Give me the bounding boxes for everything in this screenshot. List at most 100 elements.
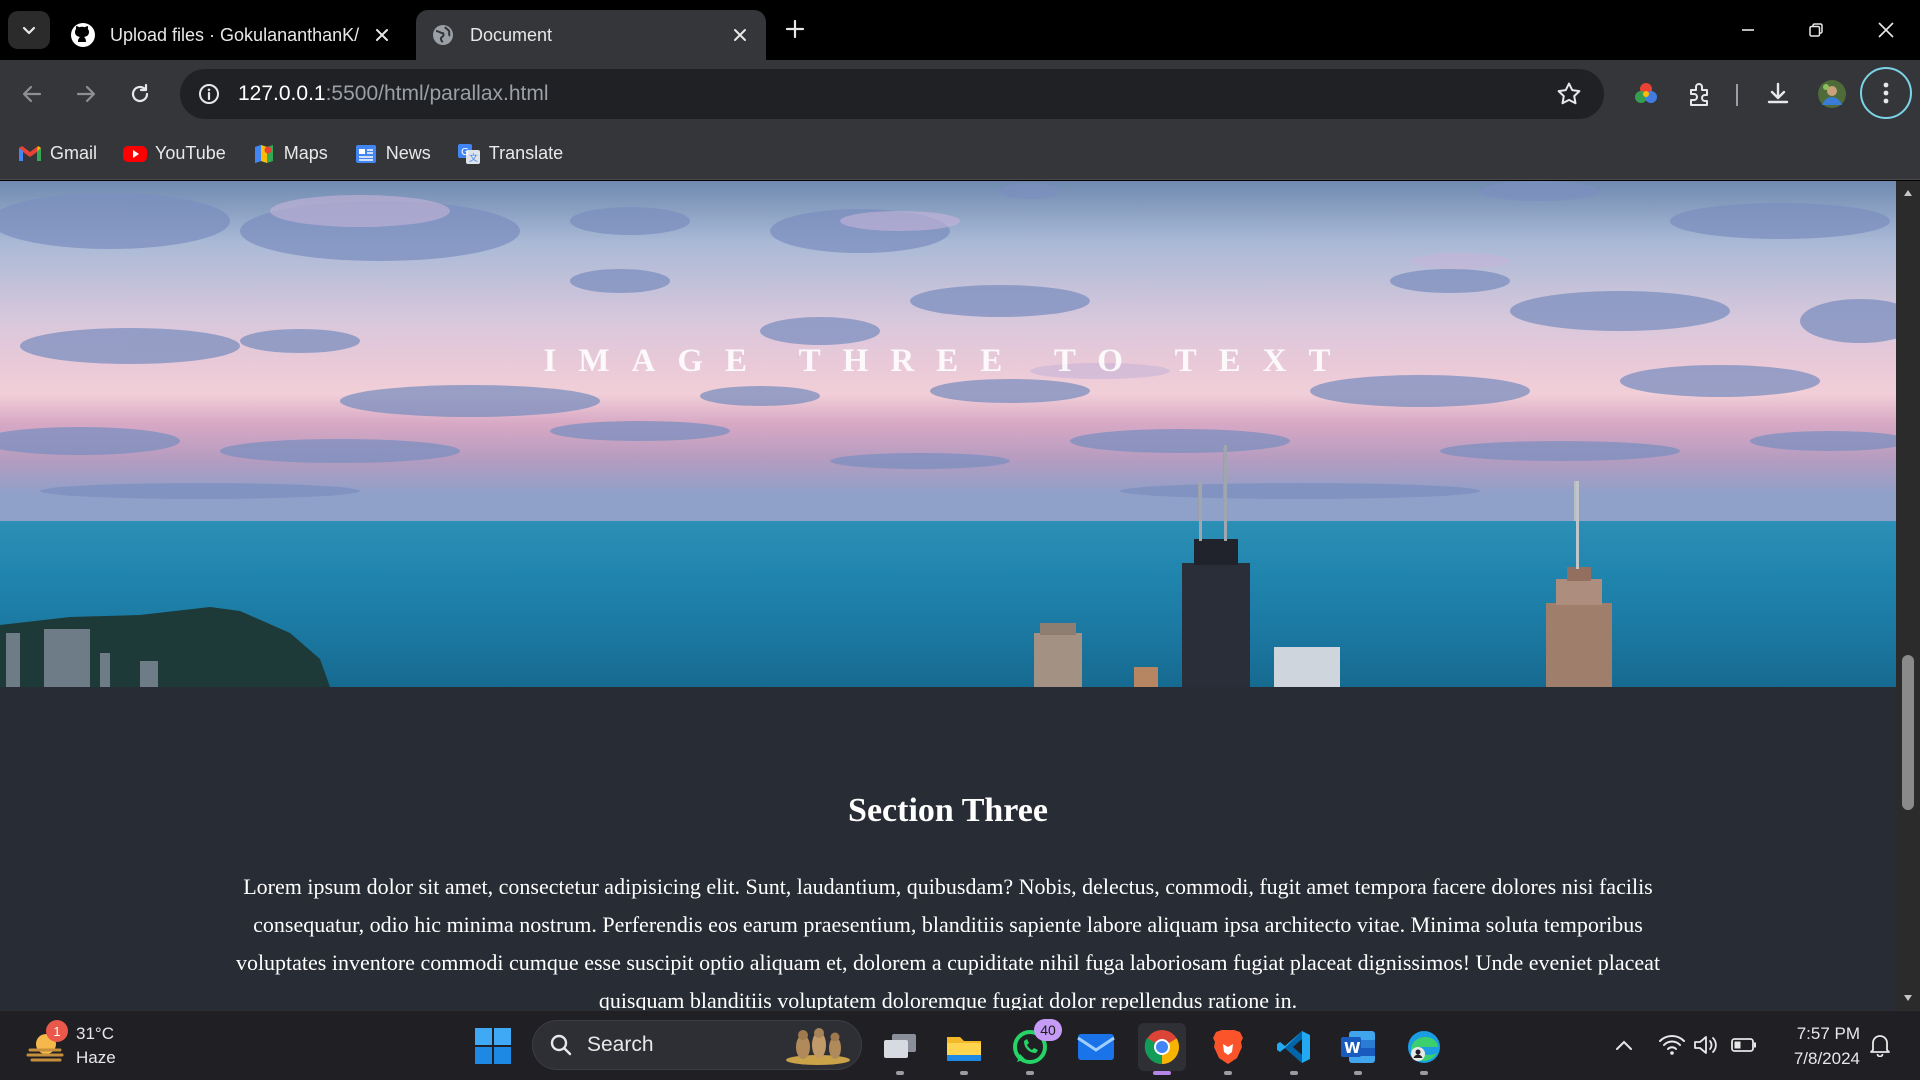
bookmark-label: News bbox=[385, 143, 431, 163]
reload-button[interactable] bbox=[122, 76, 158, 112]
new-tab-button[interactable] bbox=[780, 14, 810, 44]
translate-icon: G文 bbox=[457, 143, 481, 165]
news-icon bbox=[354, 143, 378, 165]
tab-strip: Upload files · GokulananthanK/ Document bbox=[0, 0, 1920, 60]
word-icon: W bbox=[1341, 1031, 1375, 1063]
taskbar-vscode[interactable] bbox=[1270, 1023, 1318, 1075]
url-path: :5500/html/parallax.html bbox=[325, 82, 549, 105]
chrome-menu-button[interactable] bbox=[1860, 67, 1912, 119]
back-button[interactable] bbox=[14, 76, 50, 112]
close-icon bbox=[1878, 22, 1894, 38]
taskbar-file-explorer[interactable] bbox=[940, 1023, 988, 1075]
weather-widget[interactable]: 1 31°C Haze bbox=[24, 1019, 134, 1073]
bookmark-star-icon[interactable] bbox=[1556, 81, 1582, 107]
notification-bell-icon[interactable] bbox=[1866, 1031, 1894, 1059]
clock-date: 7/8/2024 bbox=[1793, 1049, 1860, 1068]
youtube-icon bbox=[123, 143, 148, 165]
arrow-left-icon bbox=[22, 85, 42, 103]
battery-icon[interactable] bbox=[1730, 1031, 1758, 1059]
restore-button[interactable] bbox=[1792, 10, 1840, 50]
search-icon bbox=[550, 1034, 572, 1056]
windows-taskbar: 1 31°C Haze Search 40 W 7:57 PM 7/8/2024 bbox=[0, 1010, 1920, 1080]
toolbar-divider bbox=[1736, 84, 1738, 106]
forward-button[interactable] bbox=[68, 76, 104, 112]
parallax-hero-image: IMAGE THREE TO TEXT bbox=[0, 181, 1896, 687]
brave-lion-icon bbox=[1213, 1030, 1243, 1064]
scroll-up-arrow-icon[interactable] bbox=[1902, 187, 1914, 199]
profile-avatar-icon[interactable] bbox=[1814, 76, 1850, 112]
bookmark-label: Gmail bbox=[50, 143, 98, 163]
close-icon[interactable] bbox=[370, 23, 394, 47]
bookmark-label: YouTube bbox=[155, 143, 226, 163]
close-icon[interactable] bbox=[728, 23, 752, 47]
weather-temperature: 31°C bbox=[76, 1024, 114, 1043]
bookmark-translate[interactable]: G文 Translate bbox=[457, 143, 563, 165]
globe-icon bbox=[430, 22, 456, 48]
scroll-down-arrow-icon[interactable] bbox=[1902, 992, 1914, 1004]
page-viewport: IMAGE THREE TO TEXT Section Three Lorem … bbox=[0, 181, 1896, 1010]
chevron-down-icon bbox=[22, 26, 36, 35]
taskbar-chrome[interactable] bbox=[1138, 1023, 1186, 1075]
site-info-icon[interactable] bbox=[194, 79, 224, 109]
tab-title: Upload files · GokulananthanK/ bbox=[110, 24, 360, 45]
bookmark-maps[interactable]: Maps bbox=[252, 143, 328, 165]
search-label: Search bbox=[587, 1033, 654, 1056]
extensions-icon[interactable] bbox=[1682, 76, 1718, 112]
clock-time: 7:57 PM bbox=[1796, 1024, 1860, 1043]
edge-icon bbox=[1408, 1031, 1440, 1063]
restore-icon bbox=[1809, 23, 1823, 37]
taskbar-brave[interactable] bbox=[1204, 1023, 1252, 1075]
tab-document[interactable]: Document bbox=[416, 10, 766, 60]
system-clock[interactable]: 7:57 PM 7/8/2024 bbox=[1776, 1021, 1860, 1071]
start-button[interactable] bbox=[474, 1027, 512, 1065]
url-host: 127.0.0.1 bbox=[238, 82, 326, 105]
wifi-icon[interactable] bbox=[1658, 1031, 1686, 1059]
bookmark-news[interactable]: News bbox=[354, 143, 431, 165]
color-extension-icon[interactable] bbox=[1628, 76, 1664, 112]
svg-text:文: 文 bbox=[469, 152, 478, 164]
weather-condition: Haze bbox=[76, 1048, 116, 1067]
hero-heading: IMAGE THREE TO TEXT bbox=[543, 343, 1353, 379]
show-hidden-icons-button[interactable] bbox=[1610, 1031, 1638, 1059]
taskbar-whatsapp[interactable]: 40 bbox=[1006, 1019, 1062, 1075]
taskbar-task-view[interactable] bbox=[876, 1023, 924, 1075]
bookmark-label: Translate bbox=[488, 143, 564, 163]
search-highlight-meerkats-icon bbox=[786, 1028, 850, 1065]
taskbar-mail[interactable] bbox=[1072, 1023, 1120, 1071]
arrow-right-icon bbox=[76, 85, 96, 103]
page-scrollbar[interactable] bbox=[1896, 181, 1920, 1010]
folder-icon bbox=[947, 1037, 981, 1061]
bookmark-label: Maps bbox=[283, 143, 328, 163]
taskbar-edge-profile[interactable] bbox=[1400, 1023, 1448, 1075]
plus-icon bbox=[785, 19, 805, 39]
taskbar-word[interactable]: W bbox=[1334, 1023, 1382, 1075]
url-text: 127.0.0.1:5500/html/parallax.html bbox=[238, 82, 549, 106]
maps-icon bbox=[252, 143, 276, 165]
svg-text:G: G bbox=[461, 147, 469, 158]
address-bar[interactable]: 127.0.0.1:5500/html/parallax.html bbox=[180, 69, 1604, 119]
downloads-icon[interactable] bbox=[1760, 76, 1796, 112]
tab-upload-files[interactable]: Upload files · GokulananthanK/ bbox=[56, 10, 408, 60]
more-vertical-icon bbox=[1883, 82, 1889, 104]
section-body-text: Lorem ipsum dolor sit amet, consectetur … bbox=[235, 874, 1661, 1010]
task-view-icon bbox=[884, 1034, 916, 1058]
scrollbar-thumb[interactable] bbox=[1902, 655, 1914, 810]
tab-title: Document bbox=[470, 24, 553, 45]
volume-icon[interactable] bbox=[1692, 1031, 1720, 1059]
svg-text:W: W bbox=[1344, 1039, 1361, 1057]
taskbar-search-box[interactable]: Search bbox=[532, 1020, 862, 1070]
tab-search-button[interactable] bbox=[8, 11, 50, 49]
weather-alert-badge: 1 bbox=[46, 1020, 68, 1042]
minimize-button[interactable] bbox=[1724, 10, 1772, 50]
chrome-icon bbox=[1144, 1030, 1179, 1064]
reload-icon bbox=[131, 83, 149, 103]
bookmark-youtube[interactable]: YouTube bbox=[123, 143, 226, 165]
bookmarks-bar: Gmail YouTube Maps News G文 Translate bbox=[0, 128, 1920, 180]
gmail-icon bbox=[18, 143, 42, 165]
chevron-up-icon bbox=[1616, 1040, 1632, 1050]
windows-logo-icon bbox=[475, 1028, 511, 1064]
close-window-button[interactable] bbox=[1862, 10, 1910, 50]
vscode-icon bbox=[1277, 1031, 1310, 1063]
section-title: Section Three bbox=[848, 792, 1048, 829]
bookmark-gmail[interactable]: Gmail bbox=[18, 143, 97, 165]
